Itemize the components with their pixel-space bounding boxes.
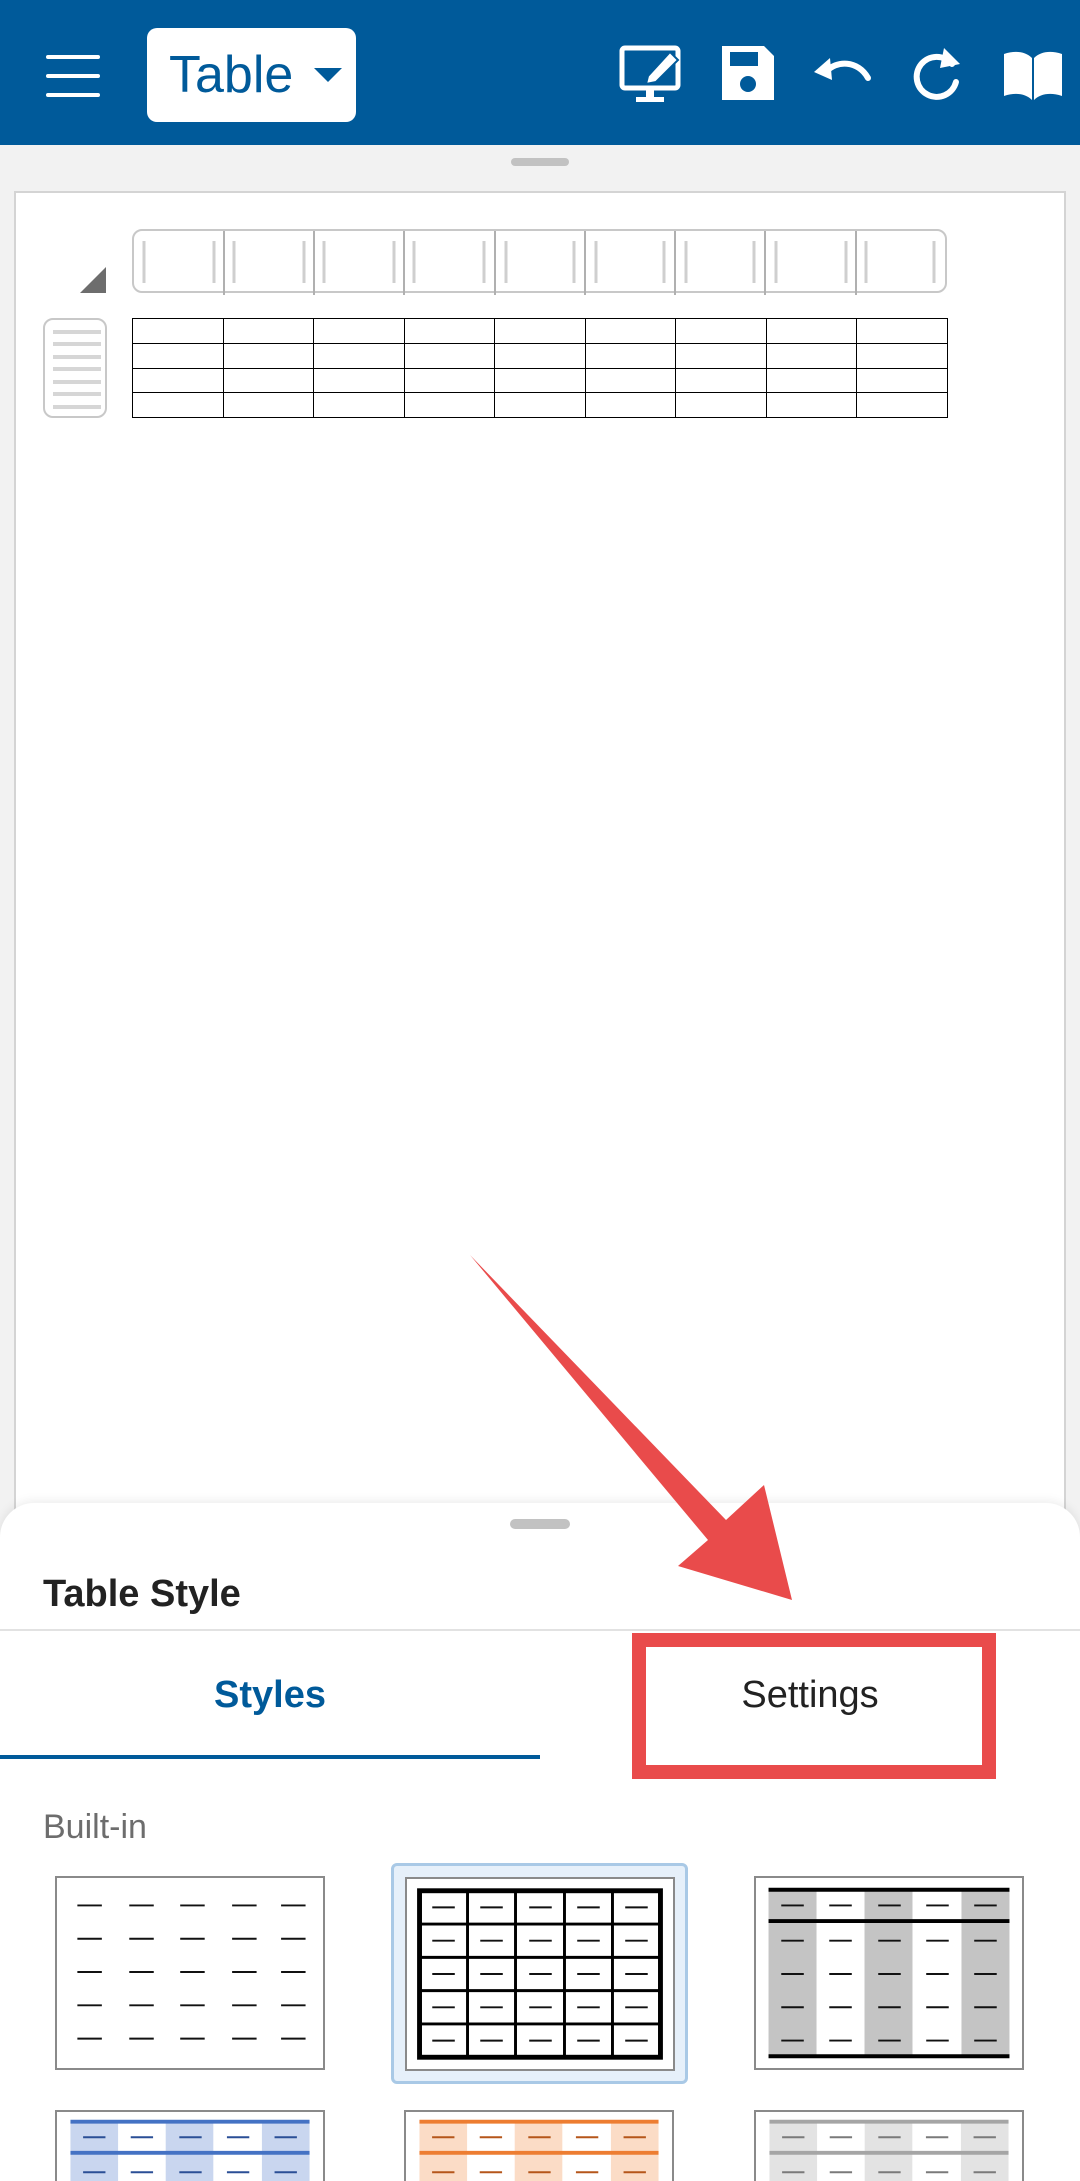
- row-ruler-marks: [53, 330, 101, 409]
- chevron-down-icon: [314, 68, 342, 82]
- tab-styles[interactable]: Styles: [0, 1631, 540, 1759]
- undo-icon[interactable]: [808, 42, 878, 106]
- style-plain-preview: [77, 1904, 306, 2040]
- style-thumb-banded-blue[interactable]: [55, 2110, 325, 2181]
- row-ruler[interactable]: [43, 318, 107, 418]
- style-banded-gray-preview: [768, 1887, 1010, 2059]
- sheet-title: Table Style: [43, 1573, 241, 1615]
- style-thumb-plain[interactable]: [55, 1876, 325, 2070]
- style-grid-preview: [417, 1888, 663, 2060]
- column-ruler[interactable]: [132, 229, 947, 295]
- drag-handle[interactable]: [511, 158, 569, 166]
- mode-dropdown[interactable]: Table: [147, 28, 356, 122]
- settings-highlight-box: [632, 1633, 996, 1779]
- style-banded-light-gray-preview: [769, 2119, 1009, 2181]
- style-banded-orange-preview: [419, 2119, 659, 2181]
- column-ruler-marks: [142, 231, 936, 295]
- style-grid-frame: [405, 1877, 675, 2071]
- section-label: Built-in: [43, 1808, 147, 1846]
- active-tab-indicator: [0, 1755, 540, 1759]
- sheet-drag-handle[interactable]: [510, 1519, 570, 1529]
- menu-icon[interactable]: [46, 55, 100, 97]
- top-toolbar: Table: [0, 0, 1080, 145]
- mode-dropdown-label: Table: [169, 46, 294, 104]
- save-icon[interactable]: [712, 42, 782, 106]
- table-select-all-handle[interactable]: [80, 267, 106, 293]
- style-banded-blue-preview: [70, 2119, 310, 2181]
- style-thumb-banded-light-gray[interactable]: [754, 2110, 1024, 2181]
- read-mode-icon[interactable]: [998, 42, 1068, 106]
- redo-icon[interactable]: [902, 42, 972, 106]
- style-thumb-banded-orange[interactable]: [404, 2110, 674, 2181]
- style-thumb-banded-gray[interactable]: [754, 1876, 1024, 2070]
- tab-styles-label: Styles: [214, 1673, 326, 1716]
- edit-screen-icon[interactable]: [618, 42, 688, 106]
- document-table[interactable]: [132, 318, 948, 418]
- style-thumb-grid-selected[interactable]: [391, 1863, 688, 2084]
